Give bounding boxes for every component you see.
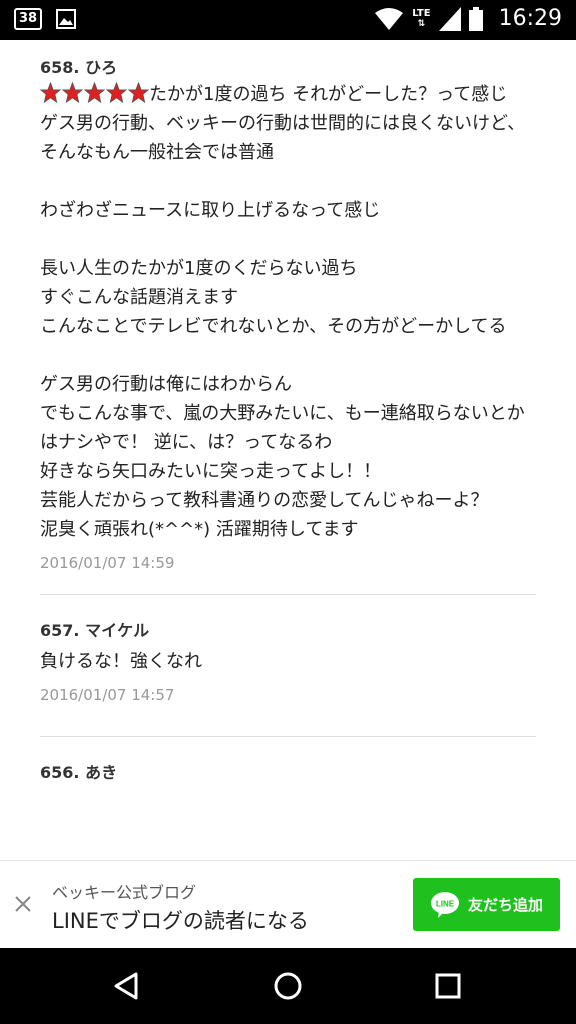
comment-item: 657. マイケル 負けるな！強くなれ 2016/01/07 14:57 xyxy=(40,595,536,716)
back-icon[interactable] xyxy=(108,966,148,1006)
star-icon xyxy=(128,82,149,103)
image-icon xyxy=(56,9,76,29)
star-icon xyxy=(84,82,105,103)
comment-user: ひろ xyxy=(85,58,118,77)
star-icon xyxy=(40,82,61,103)
line-logo-icon: LINE xyxy=(430,891,459,918)
comment-item: 656. あき xyxy=(40,737,536,782)
comment-header: 656. あき xyxy=(40,737,536,782)
line-follow-banner: ベッキー公式ブログ LINEでブログの読者になる LINE 友だち追加 xyxy=(0,860,576,948)
comment-list[interactable]: 658. ひろ たかが1度の過ち それがどーした？って感じ ゲス男の行動、ベッキ… xyxy=(0,40,576,860)
svg-text:LINE: LINE xyxy=(436,899,455,908)
star-icon xyxy=(106,82,127,103)
comment-date: 2016/01/07 14:57 xyxy=(40,686,175,704)
comment-header: 658. ひろ xyxy=(40,40,536,80)
star-icon xyxy=(62,82,83,103)
wifi-icon xyxy=(375,7,404,30)
banner-subtitle: ベッキー公式ブログ xyxy=(52,883,197,902)
comment-date: 2016/01/07 14:59 xyxy=(40,554,175,572)
comment-number: 657. xyxy=(40,621,80,640)
add-friend-label: 友だち追加 xyxy=(467,896,543,914)
comment-number: 658. xyxy=(40,58,80,77)
comment-user: あき xyxy=(85,763,118,782)
comment-body: 負けるな！強くなれ xyxy=(40,651,202,672)
recents-icon[interactable] xyxy=(428,966,468,1006)
navigation-bar xyxy=(0,948,576,1024)
network-type-label: LTE ⇅ xyxy=(412,7,431,29)
comment-item: 658. ひろ たかが1度の過ち それがどーした？って感じ ゲス男の行動、ベッキ… xyxy=(40,40,536,584)
banner-title[interactable]: LINEでブログの読者になる xyxy=(52,905,309,935)
signal-icon xyxy=(438,6,461,31)
battery-icon xyxy=(468,6,483,31)
notification-badge-icon: 38 xyxy=(14,8,42,30)
comment-text: たかが1度の過ち それがどーした？って感じ ゲス男の行動、ベッキーの行動は世間的… xyxy=(40,84,526,540)
comment-user: マイケル xyxy=(85,621,150,640)
home-icon[interactable] xyxy=(268,966,308,1006)
clock: 16:29 xyxy=(498,6,562,31)
comment-number: 656. xyxy=(40,763,80,782)
add-friend-button[interactable]: LINE 友だち追加 xyxy=(413,878,560,931)
rating-stars xyxy=(40,82,149,103)
status-bar: 38 LTE ⇅ 16:29 xyxy=(0,0,576,40)
close-icon[interactable] xyxy=(10,891,36,917)
comment-header: 657. マイケル xyxy=(40,595,536,647)
comment-body: たかが1度の過ち それがどーした？って感じ ゲス男の行動、ベッキーの行動は世間的… xyxy=(40,80,536,544)
